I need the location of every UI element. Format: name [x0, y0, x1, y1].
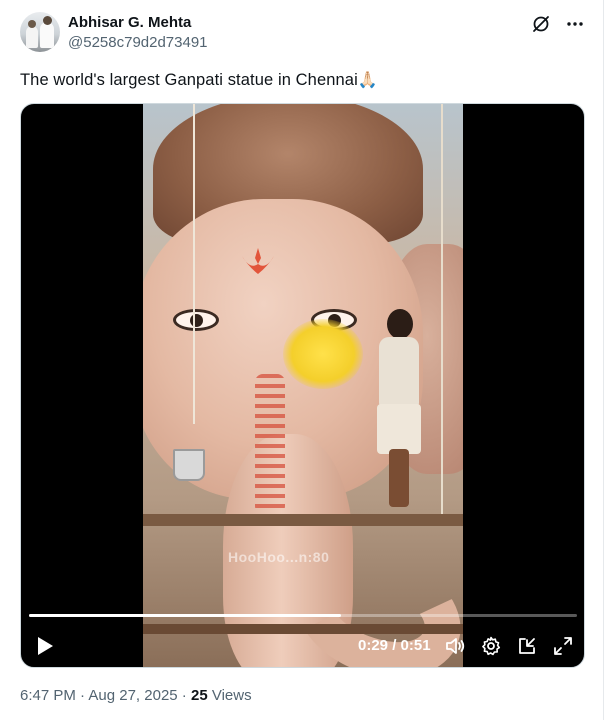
- views-label: Views: [207, 687, 252, 704]
- video-player[interactable]: HooHoo...n:80 0:29 / 0:51: [20, 103, 585, 668]
- picture-in-picture-icon[interactable]: [516, 635, 538, 662]
- tweet-meta: 6:47 PM · Aug 27, 2025 · 25 Views: [20, 687, 252, 704]
- statue-left-eye: [173, 309, 219, 331]
- grok-icon[interactable]: [531, 14, 551, 34]
- fullscreen-icon[interactable]: [552, 635, 574, 662]
- views-count: 25: [190, 687, 208, 704]
- video-controls: 0:29 / 0:51: [21, 632, 584, 662]
- current-time: 0:29: [358, 637, 389, 654]
- rope: [193, 104, 195, 424]
- more-icon[interactable]: [565, 14, 585, 34]
- time-separator: /: [388, 637, 401, 654]
- tweet-body: The world's largest Ganpati statue in Ch…: [20, 71, 358, 89]
- author-name[interactable]: Abhisar G. Mehta: [68, 14, 191, 31]
- trunk-markings: [255, 374, 285, 514]
- play-icon[interactable]: [35, 635, 55, 662]
- folded-hands-emoji: 🙏🏻: [357, 72, 378, 89]
- yellow-paint: [283, 319, 363, 389]
- author-handle[interactable]: @5258c79d2d73491: [68, 34, 208, 51]
- meta-separator: ·: [75, 687, 89, 704]
- tweet-text: The world's largest Ganpati statue in Ch…: [20, 70, 378, 90]
- gear-icon[interactable]: [480, 635, 502, 662]
- paint-bucket: [173, 449, 205, 481]
- video-progress-fill: [29, 614, 342, 617]
- video-time: 0:29 / 0:51: [358, 637, 431, 654]
- volume-icon[interactable]: [444, 635, 466, 662]
- worker-figure: [375, 309, 425, 509]
- rope: [441, 104, 443, 514]
- tweet-card: Abhisar G. Mehta @5258c79d2d73491 The wo…: [0, 0, 604, 720]
- meta-separator: ·: [177, 687, 191, 704]
- video-progress-bar[interactable]: [29, 614, 577, 617]
- video-watermark: HooHoo...n:80: [228, 549, 330, 565]
- video-frame[interactable]: HooHoo...n:80: [143, 104, 463, 667]
- tweet-header-actions: [531, 14, 585, 34]
- avatar[interactable]: [20, 12, 60, 52]
- tweet-time[interactable]: 6:47 PM: [20, 687, 76, 704]
- duration: 0:51: [400, 637, 431, 654]
- tilak-mark: [242, 248, 274, 274]
- tweet-date[interactable]: Aug 27, 2025: [88, 687, 177, 704]
- scaffold-plank: [143, 514, 463, 526]
